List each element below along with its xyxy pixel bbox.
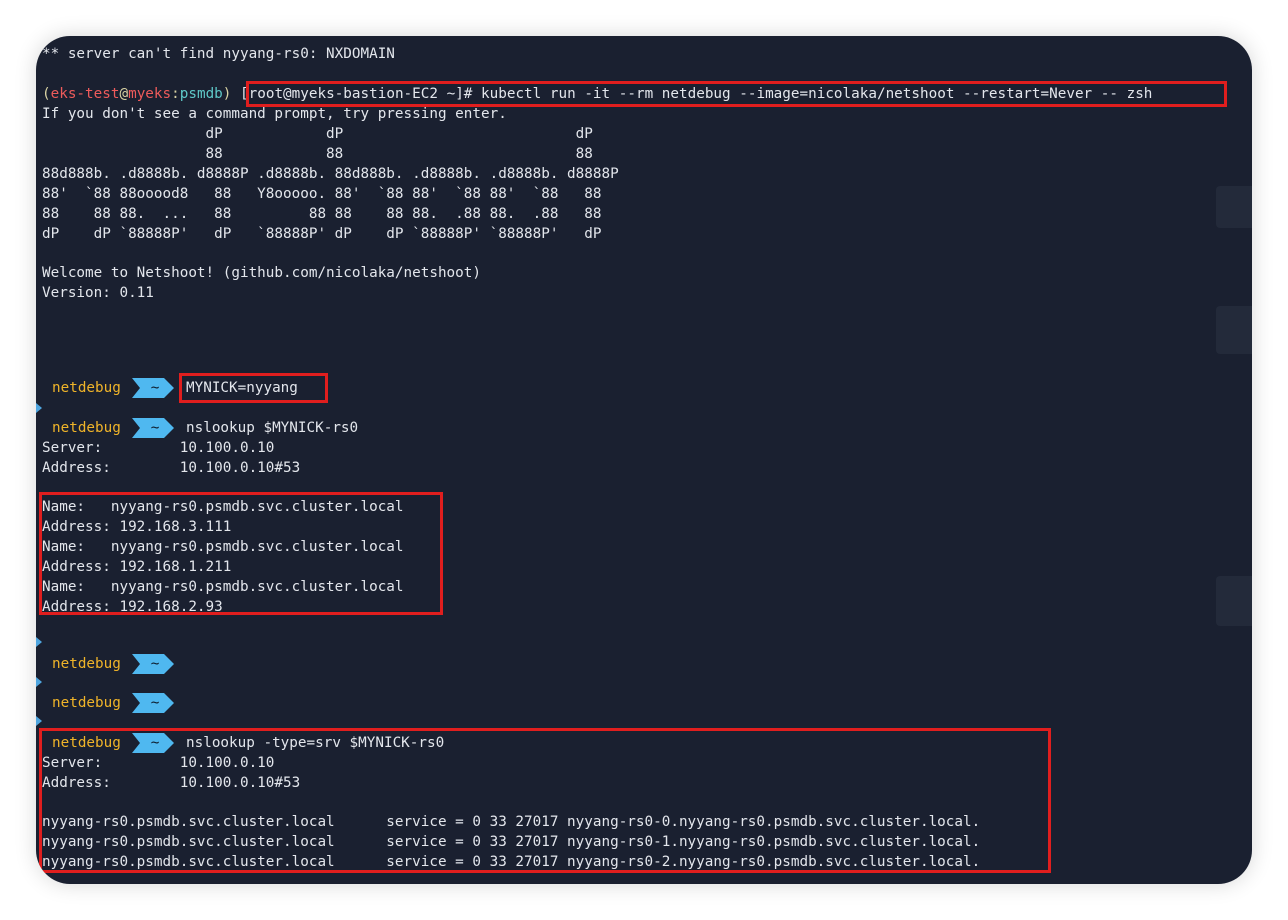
prompt-mark-icon [36, 716, 42, 726]
prompt-dir-segment: ~ [132, 418, 176, 438]
prompt-dir-segment: ~ [132, 378, 176, 398]
highlight-mynick [179, 373, 328, 403]
background-panel [1216, 576, 1252, 626]
ascii-banner-line: dP dP `88888P' dP `88888P' dP dP `88888P… [42, 226, 602, 242]
prompt-namespace: psmdb [179, 86, 223, 102]
prompt-name: netdebug [52, 420, 121, 436]
hint-line: If you don't see a command prompt, try p… [42, 106, 507, 122]
ascii-banner-line: 88 88 88 [42, 146, 593, 162]
prompt-name: netdebug [52, 380, 121, 396]
prompt-dir: ~ [150, 656, 160, 672]
address-line: Address: 10.100.0.10#53 [42, 460, 301, 476]
prompt-user: eks-test [50, 86, 120, 102]
prompt-open-paren: ( [42, 86, 51, 102]
background-panel [1216, 306, 1252, 354]
prompt-name: netdebug [52, 695, 121, 711]
terminal-window[interactable]: ** server can't find nyyang-rs0: NXDOMAI… [36, 36, 1252, 884]
highlight-srv-records [39, 728, 1051, 873]
background-panel [1216, 186, 1252, 228]
prompt-dir-segment: ~ [132, 654, 176, 674]
server-line: Server: 10.100.0.10 [42, 440, 275, 456]
ascii-banner-line: 88d888b. .d8888b. d8888P .d8888b. 88d888… [42, 166, 619, 182]
prompt-mark-icon [36, 403, 42, 413]
highlight-a-records [39, 492, 443, 615]
ascii-banner-line: 88' `88 88ooood8 88 Y8ooooo. 88' `88 88'… [42, 186, 602, 202]
ascii-banner-line: 88 88 88. ... 88 88 88 88 88. .88 88. .8… [42, 206, 602, 222]
prompt-name: netdebug [52, 656, 121, 672]
nslookup-command: nslookup $MYNICK-rs0 [186, 420, 359, 436]
prompt-host: myeks [128, 86, 172, 102]
prompt-close-paren: ) [222, 86, 232, 102]
prompt-dir: ~ [150, 420, 160, 436]
version-line: Version: 0.11 [42, 285, 154, 301]
prompt-mark-icon [36, 677, 42, 687]
ascii-banner-line: dP dP dP [42, 126, 593, 142]
prompt-dir: ~ [150, 695, 160, 711]
prompt-dir-segment: ~ [132, 693, 176, 713]
prompt-at: @ [119, 86, 129, 102]
prompt-mark-icon [36, 637, 42, 647]
prompt-dir: ~ [150, 380, 160, 396]
prompt-colon: : [171, 86, 180, 102]
nxdomain-error-line: ** server can't find nyyang-rs0: NXDOMAI… [42, 46, 395, 62]
welcome-line: Welcome to Netshoot! (github.com/nicolak… [42, 265, 481, 281]
